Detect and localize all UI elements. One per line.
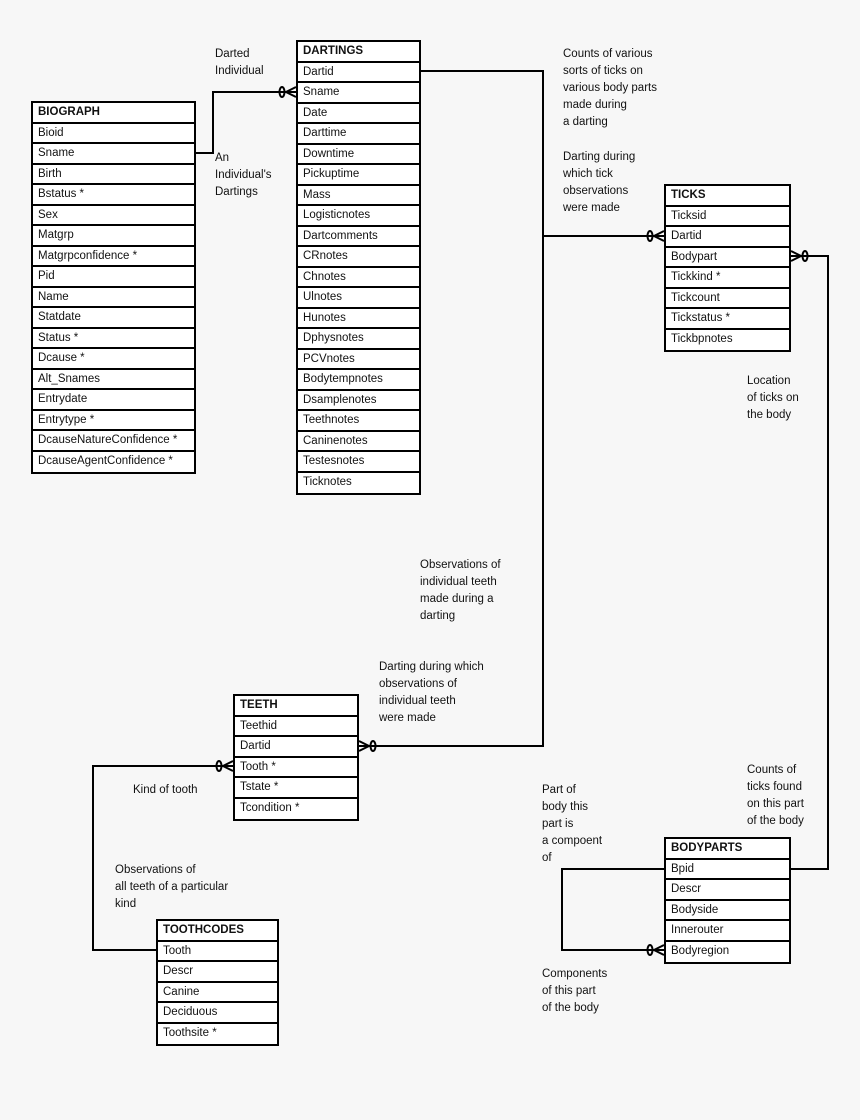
field-row: PCVnotes — [298, 350, 419, 370]
field-row: Statdate — [33, 308, 194, 329]
field-row: Bstatus * — [33, 185, 194, 206]
field-row: Date — [298, 104, 419, 124]
field-row: Ulnotes — [298, 288, 419, 309]
field-row: Sex — [33, 206, 194, 226]
field-row: Dartid — [235, 737, 357, 758]
label-kind-of-tooth: Kind of tooth — [133, 784, 198, 796]
field-row: Dartid — [666, 227, 789, 248]
field-row: DcauseNatureConfidence * — [33, 431, 194, 452]
table-title: TOOTHCODES — [158, 921, 277, 942]
field-row: Bodyregion — [671, 944, 730, 957]
field-row: Alt_Snames — [33, 370, 194, 390]
field-row: Deciduous — [158, 1003, 277, 1024]
field-row: Caninenotes — [298, 432, 419, 452]
er-diagram: BIOGRAPH Bioid Sname Birth Bstatus * Sex Matgr… — [0, 0, 860, 1120]
table-title: TEETH — [235, 696, 357, 717]
field-row: Tickstatus * — [666, 309, 789, 330]
label-part-of-body: Part of body this part is a compoent of — [542, 784, 603, 864]
field-row: Teethnotes — [298, 411, 419, 432]
field-row: Sname — [298, 83, 419, 104]
field-row: Sname — [33, 144, 194, 165]
table-ticks: TICKS Ticksid Dartid Bodypart Tickkind * Tick… — [664, 184, 791, 352]
field-row: CRnotes — [298, 247, 419, 268]
label-individuals-dartings: An Individual's Dartings — [215, 152, 272, 198]
table-bodyparts: BODYPARTS Bpid Descr Bodyside Innerouter Body… — [664, 837, 791, 964]
table-dartings: DARTINGS Dartid Sname Date Darttime Downtime P… — [296, 40, 421, 495]
field-row: Teethid — [235, 717, 357, 737]
field-row: Tooth * — [235, 758, 357, 778]
table-title: DARTINGS — [298, 42, 419, 63]
field-row: Matgrpconfidence * — [33, 247, 194, 267]
table-title: BODYPARTS — [666, 839, 789, 860]
field-row: Bioid — [33, 124, 194, 144]
field-row: Mass — [298, 186, 419, 206]
field-row: DcauseAgentConfidence * — [38, 454, 173, 467]
field-row: Bodypart — [666, 248, 789, 268]
label-darting-teeth: Darting during which observations of indiv… — [379, 661, 484, 724]
field-row: Bodyside — [666, 901, 789, 921]
field-row: Canine — [158, 983, 277, 1003]
line-bodyparts-self — [561, 868, 664, 951]
field-row: Downtime — [298, 145, 419, 165]
field-row: Entrydate — [33, 390, 194, 411]
field-row: Bodytempnotes — [298, 370, 419, 391]
field-row: Chnotes — [298, 268, 419, 288]
field-row: Pid — [33, 267, 194, 288]
field-row: Status * — [33, 329, 194, 349]
field-row: Tickbpnotes — [671, 332, 733, 345]
field-row: Birth — [33, 165, 194, 185]
field-row: Darttime — [298, 124, 419, 145]
label-components: Components of this part of the body — [542, 968, 608, 1014]
field-row: Dartid — [298, 63, 419, 83]
field-row: Descr — [158, 962, 277, 983]
field-row: Dcause * — [33, 349, 194, 370]
field-row: Bpid — [666, 860, 789, 880]
label-counts-ticks-part: Counts of ticks found on this part of the b… — [747, 764, 804, 827]
table-teeth: TEETH Teethid Dartid Tooth * Tstate * Tcondit… — [233, 694, 359, 821]
field-row: Ticksid — [666, 207, 789, 227]
field-row: Tooth — [158, 942, 277, 962]
table-toothcodes: TOOTHCODES Tooth Descr Canine Deciduous Tooth… — [156, 919, 279, 1046]
label-location-ticks: Location of ticks on the body — [747, 375, 799, 421]
field-row: Name — [33, 288, 194, 308]
field-row: Tcondition * — [240, 801, 300, 814]
field-row: Descr — [666, 880, 789, 901]
field-row: Dsamplenotes — [298, 391, 419, 411]
label-obs-all-teeth: Observations of all teeth of a particular… — [115, 864, 229, 910]
field-row: Tickcount — [666, 289, 789, 309]
field-row: Hunotes — [298, 309, 419, 329]
field-row: Pickuptime — [298, 165, 419, 186]
label-darted-individual: Darted Individual — [215, 48, 264, 77]
label-darting-tick-obs: Darting during which tick observations were… — [563, 151, 636, 214]
field-row: Dartcomments — [298, 227, 419, 247]
label-counts-ticks: Counts of various sorts of ticks on variou… — [563, 48, 657, 128]
table-title: TICKS — [666, 186, 789, 207]
field-row: Tstate * — [235, 778, 357, 799]
field-row: Innerouter — [666, 921, 789, 942]
table-biograph: BIOGRAPH Bioid Sname Birth Bstatus * Sex Matgr… — [31, 101, 196, 474]
field-row: Dphysnotes — [298, 329, 419, 350]
field-row: Toothsite * — [163, 1026, 217, 1039]
field-row: Ticknotes — [303, 475, 352, 488]
field-row: Entrytype * — [33, 411, 194, 431]
field-row: Testesnotes — [298, 452, 419, 473]
field-row: Matgrp — [33, 226, 194, 247]
field-row: Tickkind * — [666, 268, 789, 289]
table-title: BIOGRAPH — [33, 103, 194, 124]
field-row: Logisticnotes — [298, 206, 419, 227]
line-biograph-dartings — [196, 91, 296, 154]
label-obs-teeth: Observations of individual teeth made duri… — [420, 559, 501, 622]
